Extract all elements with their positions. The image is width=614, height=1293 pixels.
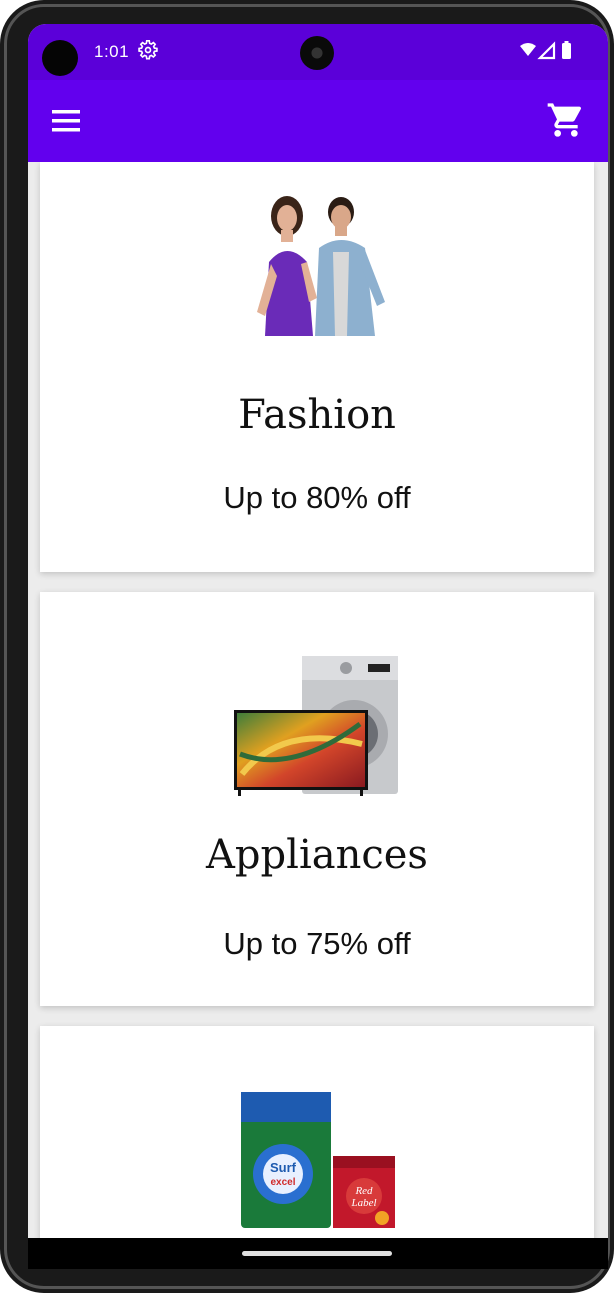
category-discount: Up to 75% off — [223, 926, 411, 961]
svg-text:Surf: Surf — [270, 1160, 297, 1175]
battery-icon — [562, 43, 571, 59]
home-indicator[interactable] — [242, 1251, 392, 1256]
phone-frame: 1:01 Fashion Up to 80% off Appliances Up… — [0, 0, 614, 1293]
category-card-grocery[interactable]: Surf excel Red Label — [40, 1026, 594, 1238]
signal-icon — [537, 41, 556, 60]
settings-icon — [138, 40, 158, 60]
category-title: Appliances — [206, 832, 428, 878]
svg-text:Label: Label — [350, 1197, 376, 1209]
category-card-fashion[interactable]: Fashion Up to 80% off — [40, 162, 594, 572]
status-bar: 1:01 — [28, 24, 608, 80]
wifi-icon — [520, 43, 536, 56]
screen: 1:01 Fashion Up to 80% off Appliances Up… — [28, 24, 608, 1269]
front-camera — [300, 36, 334, 70]
grocery-products-image: Surf excel Red Label — [241, 1092, 395, 1228]
tv-washing-machine-image — [234, 656, 398, 796]
status-icons — [520, 41, 571, 60]
menu-icon[interactable] — [52, 108, 80, 134]
status-time: 1:01 — [94, 42, 130, 61]
app-bar — [28, 80, 608, 162]
cart-icon[interactable] — [546, 100, 586, 140]
fashion-models-image — [257, 196, 385, 336]
svg-text:Red: Red — [354, 1185, 373, 1197]
navigation-bar — [28, 1238, 608, 1269]
category-title: Fashion — [238, 392, 396, 438]
category-list: Fashion Up to 80% off Appliances Up to 7… — [28, 162, 608, 1238]
category-card-appliances[interactable]: Appliances Up to 75% off — [40, 592, 594, 1006]
category-discount: Up to 80% off — [223, 480, 411, 515]
camera-cutout — [42, 40, 78, 76]
svg-text:excel: excel — [270, 1177, 295, 1188]
